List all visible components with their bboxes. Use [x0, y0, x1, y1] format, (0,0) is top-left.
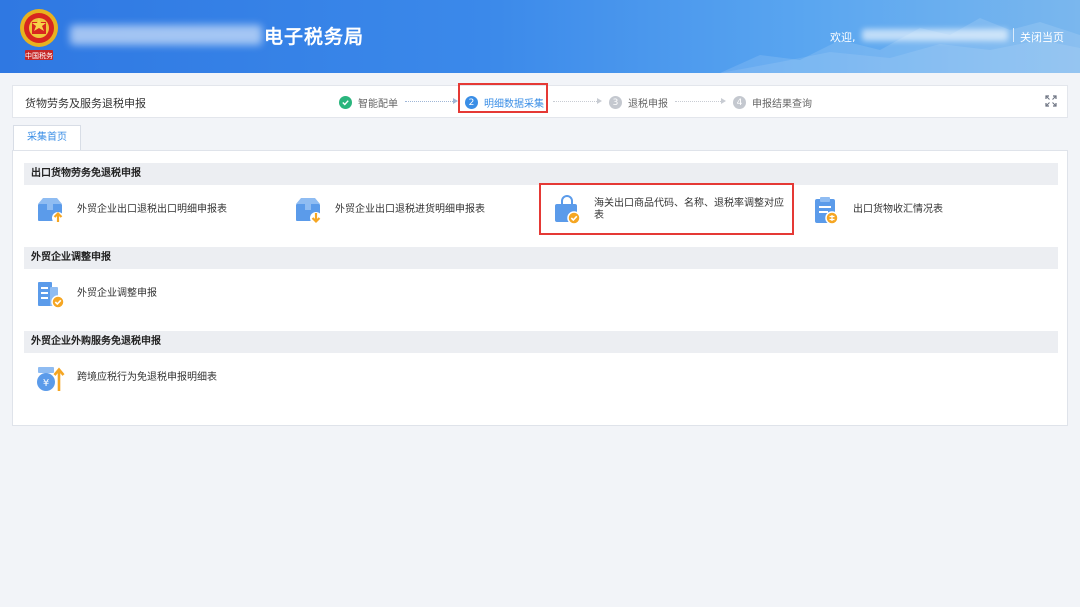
section-title: 外贸企业调整申报	[24, 247, 1058, 269]
step-number: 4	[733, 96, 746, 109]
item-label: 外贸企业出口退税出口明细申报表	[77, 204, 227, 215]
box-upload-icon	[38, 198, 64, 224]
top-header: 中国税务 电子税务局 欢迎, 关闭当页	[0, 0, 1080, 73]
main-panel: 出口货物劳务免退税申报 外贸企业出口退税出口明细申报表 外贸企业出口退税进货明细…	[12, 150, 1068, 426]
welcome-text: 欢迎,	[830, 31, 856, 44]
step-connector	[675, 101, 723, 102]
section-title: 出口货物劳务免退税申报	[24, 163, 1058, 185]
step-label: 申报结果查询	[752, 99, 812, 110]
step-number: 3	[609, 96, 622, 109]
blurred-user-name	[862, 29, 1008, 41]
document-check-icon	[38, 282, 65, 309]
step-result-query[interactable]: 4 申报结果查询	[733, 95, 812, 110]
section-title: 外贸企业外购服务免退税申报	[24, 331, 1058, 353]
step-refund-declare[interactable]: 3 退税申报	[609, 95, 668, 110]
item-cross-border-detail[interactable]: ¥ 跨境应税行为免退税申报明细表	[35, 363, 217, 393]
item-adjustment-declare[interactable]: 外贸企业调整申报	[35, 279, 157, 309]
fullscreen-icon[interactable]	[1045, 95, 1057, 107]
arrow-right-icon	[721, 98, 726, 104]
clipboard-money-icon	[815, 197, 839, 225]
check-icon	[339, 96, 352, 109]
step-label: 智能配单	[358, 99, 398, 110]
step-connector	[405, 101, 455, 102]
item-label: 出口货物收汇情况表	[853, 204, 943, 215]
coin-arrow-icon: ¥	[37, 367, 65, 391]
item-label: 跨境应税行为免退税申报明细表	[77, 372, 217, 383]
highlight-box	[539, 183, 794, 235]
emblem-caption: 中国税务	[25, 51, 53, 60]
site-title: 电子税务局	[264, 26, 365, 48]
step-label: 退税申报	[628, 99, 668, 110]
close-page-link[interactable]: 关闭当页	[1020, 29, 1064, 45]
item-forex-receipt[interactable]: 出口货物收汇情况表	[811, 195, 943, 225]
blurred-organization-name	[70, 25, 262, 45]
tax-emblem-icon: 中国税务	[20, 9, 58, 60]
arrow-right-icon	[597, 98, 602, 104]
item-purchase-detail[interactable]: 外贸企业出口退税进货明细申报表	[293, 195, 485, 225]
box-download-icon	[296, 198, 322, 224]
header-divider	[1013, 28, 1014, 42]
tab-collection-home[interactable]: 采集首页	[13, 125, 81, 151]
item-label: 外贸企业出口退税进货明细申报表	[335, 204, 485, 215]
step-smart-match[interactable]: 智能配单	[339, 95, 398, 110]
item-export-detail[interactable]: 外贸企业出口退税出口明细申报表	[35, 195, 227, 225]
svg-text:¥: ¥	[43, 378, 49, 389]
step-connector	[553, 101, 599, 102]
item-label: 外贸企业调整申报	[77, 288, 157, 299]
step-bar: 货物劳务及服务退税申报 智能配单 2 明细数据采集 3 退税申报 4 申报结果查…	[12, 83, 1068, 118]
page-title: 货物劳务及服务退税申报	[25, 97, 146, 110]
highlight-box	[458, 83, 548, 113]
